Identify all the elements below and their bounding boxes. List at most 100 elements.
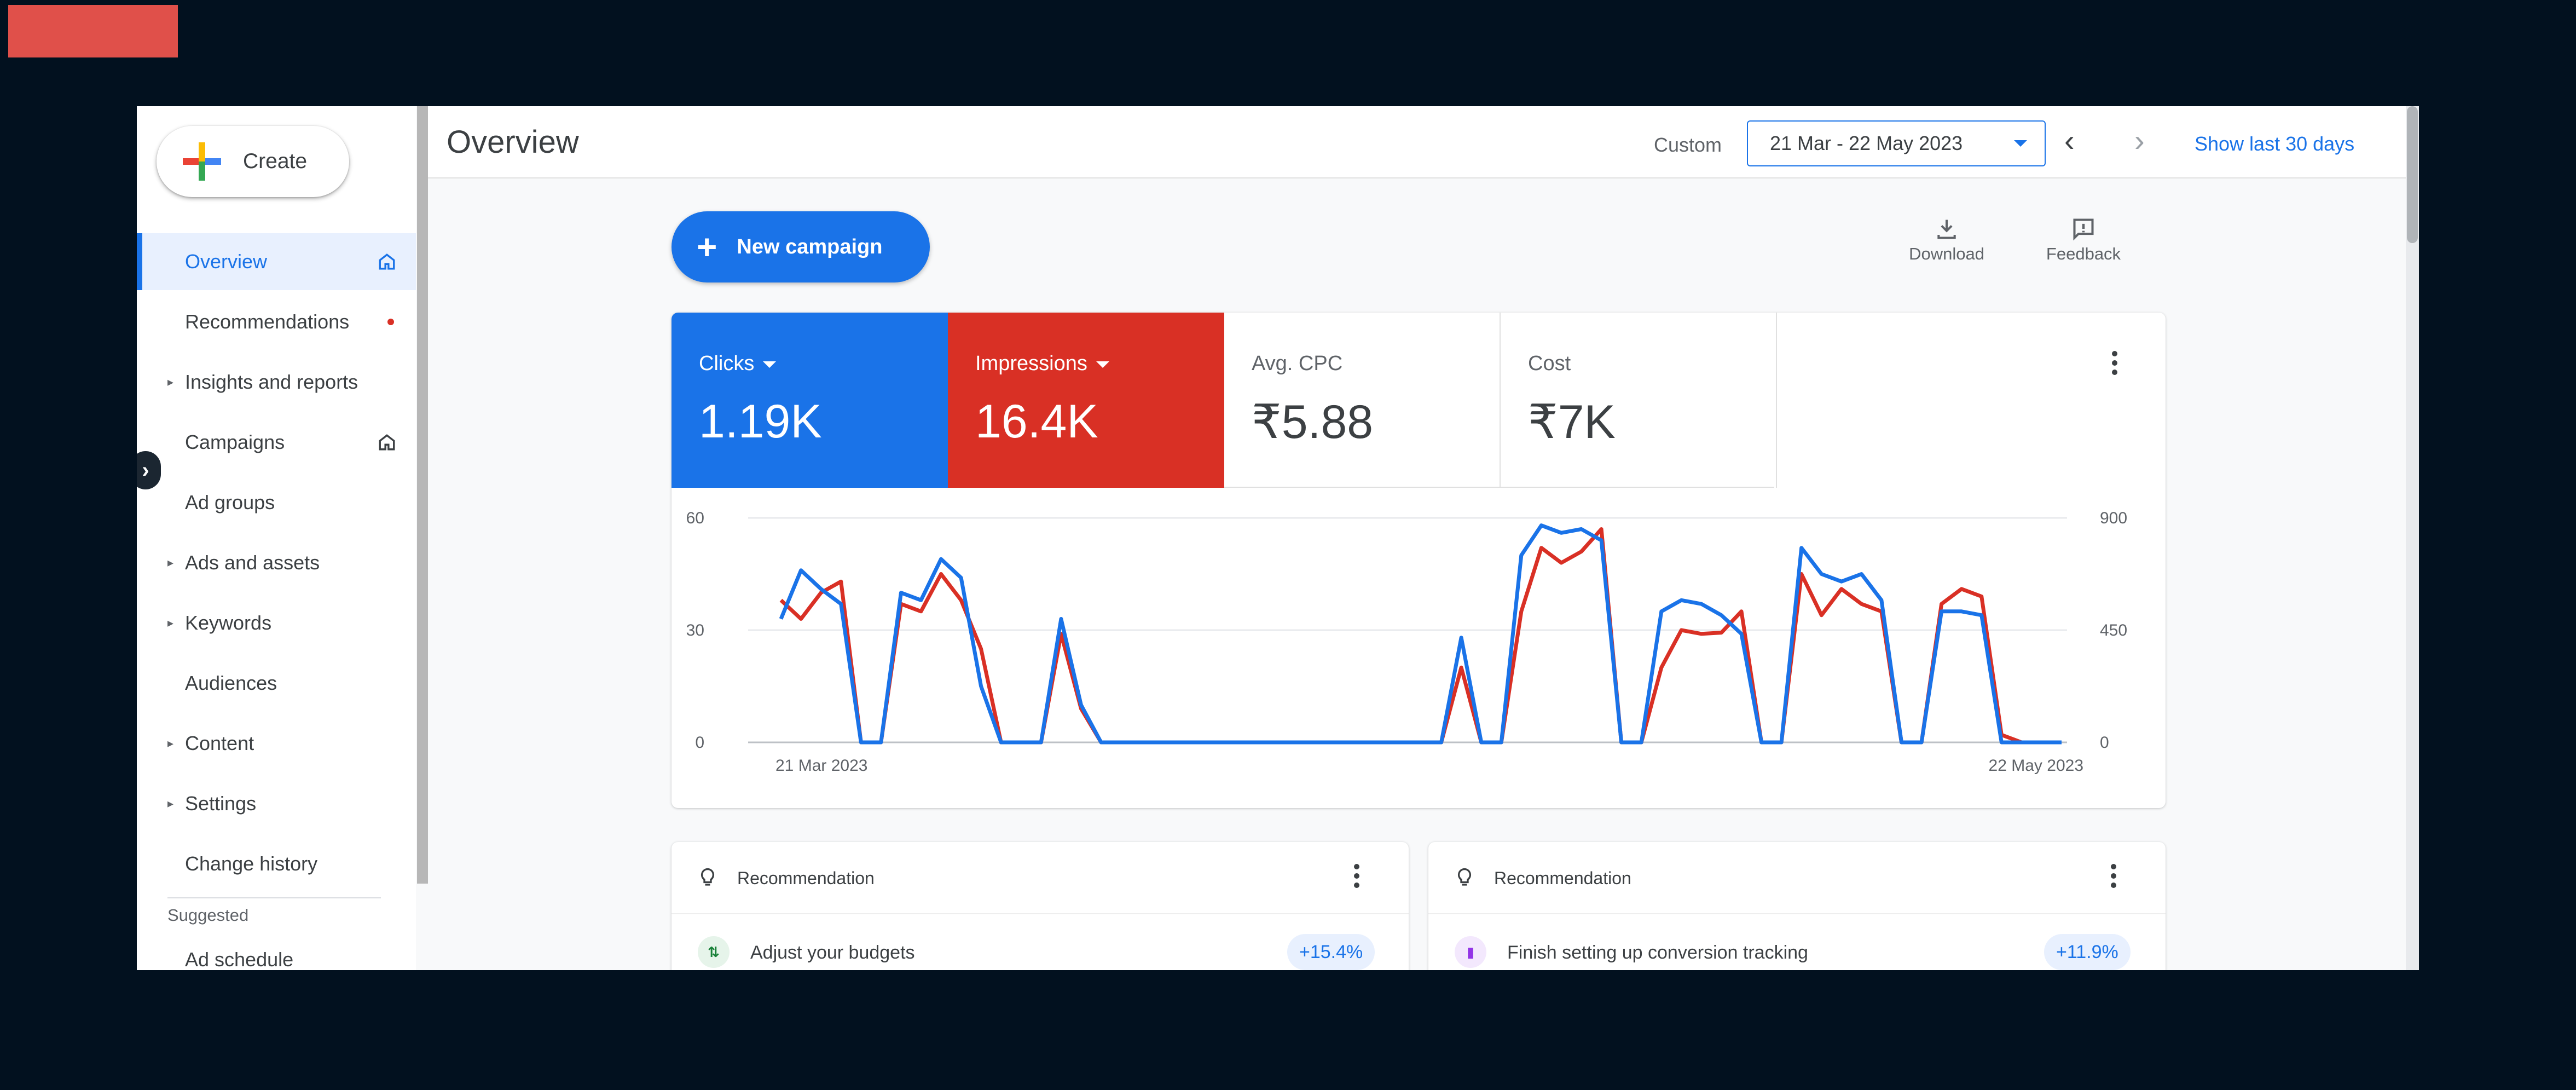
divider: [1224, 487, 1774, 488]
corner-accent: [8, 5, 178, 57]
expand-arrow-icon: ▸: [167, 797, 174, 810]
metric-tile-avg-cpc[interactable]: Avg. CPC ₹5.88: [1224, 313, 1501, 488]
sidebar-scrollbar[interactable]: [417, 106, 428, 884]
expand-arrow-icon: ▸: [167, 616, 174, 630]
sidebar-item-label: Recommendations: [185, 310, 350, 333]
divider: [167, 897, 381, 898]
recommendation-text: Adjust your budgets: [750, 942, 915, 963]
metric-name: Avg. CPC: [1252, 352, 1343, 375]
metric-name: Clicks: [699, 352, 755, 375]
dropdown-caret-icon[interactable]: [763, 361, 777, 368]
performance-chart: 60 900 30 450 0 0 21 Mar 2023 22 May 2023: [686, 509, 2127, 775]
y-right-tick-label: 0: [2100, 734, 2109, 752]
sidebar-item-label: Ads and assets: [185, 551, 320, 574]
dropdown-caret-icon[interactable]: [1096, 361, 1109, 368]
y-right-tick-label: 450: [2100, 621, 2127, 639]
date-range-type-label: Custom: [1654, 134, 1722, 156]
lightbulb-icon: [1457, 868, 1472, 886]
scrollbar-thumb[interactable]: [2407, 106, 2418, 243]
expand-arrow-icon: ▸: [167, 556, 174, 569]
metric-name: Cost: [1528, 352, 1571, 375]
home-icon: [379, 434, 395, 451]
collapse-sidebar-chevron-icon[interactable]: ›: [137, 451, 161, 489]
sidebar-item-label: Change history: [185, 852, 318, 875]
expand-arrow-icon: ▸: [167, 736, 174, 750]
create-button[interactable]: Create: [157, 126, 349, 197]
create-label: Create: [243, 149, 308, 173]
y-left-tick-label: 60: [686, 509, 704, 527]
more-options-icon[interactable]: [1353, 864, 1361, 892]
bar-chart-icon: ▮: [1455, 936, 1486, 968]
recommendation-card[interactable]: Recommendation ⇅ Adjust your budgets +15…: [672, 842, 1409, 970]
x-tick-label: 21 Mar 2023: [775, 757, 867, 775]
new-campaign-label: New campaign: [737, 235, 883, 258]
sidebar-item-ads-and-assets[interactable]: ▸ Ads and assets: [137, 534, 416, 591]
performance-card: Clicks 1.19K Impressions 16.4K Avg. CPC …: [672, 313, 2166, 808]
page-title: Overview: [447, 124, 579, 160]
date-range-picker[interactable]: 21 Mar - 22 May 2023: [1747, 120, 2046, 166]
show-last-30-days-link[interactable]: Show last 30 days: [2195, 132, 2354, 155]
sidebar-item-campaigns[interactable]: Campaigns: [137, 414, 416, 471]
page-scrollbar[interactable]: [2406, 106, 2419, 970]
more-options-icon[interactable]: [2110, 864, 2117, 892]
sidebar-item-label: Ad groups: [185, 491, 275, 514]
header: Overview Custom 21 Mar - 22 May 2023 ‹ ›…: [428, 106, 2419, 178]
sidebar-item-content[interactable]: ▸ Content: [137, 715, 416, 772]
sidebar-item-keywords[interactable]: ▸ Keywords: [137, 595, 416, 651]
sidebar-item-settings[interactable]: ▸ Settings: [137, 775, 416, 832]
notification-dot: [387, 319, 394, 325]
plus-icon: +: [697, 227, 717, 267]
sidebar-item-label: Campaigns: [185, 431, 285, 453]
download-button[interactable]: Download: [1895, 217, 1999, 264]
home-icon: [379, 253, 395, 270]
recommendation-header: Recommendation: [1428, 842, 2166, 914]
app-window: Create Overview Recommendations ▸ Insigh…: [137, 106, 2419, 970]
metric-name: Impressions: [975, 352, 1087, 375]
new-campaign-button[interactable]: + New campaign: [672, 211, 930, 282]
sidebar-item-ad-groups[interactable]: Ad groups: [137, 474, 416, 531]
sidebar-item-label: Insights and reports: [185, 371, 358, 393]
metric-value: 1.19K: [699, 395, 822, 448]
download-icon: [1937, 220, 1956, 239]
uplift-badge: +15.4%: [1287, 934, 1375, 970]
recommendation-text: Finish setting up conversion tracking: [1507, 942, 1808, 963]
main-content: + New campaign Download Feedback Clicks …: [428, 178, 2419, 970]
x-tick-label: 22 May 2023: [1989, 757, 2083, 775]
recommendation-header: Recommendation: [672, 842, 1409, 914]
metric-tile-cost[interactable]: Cost ₹7K: [1501, 313, 1777, 488]
uplift-badge: +11.9%: [2044, 934, 2131, 970]
metric-value: 16.4K: [975, 395, 1098, 448]
plus-icon: [183, 142, 221, 181]
y-left-tick-label: 0: [695, 734, 704, 752]
metric-tile-impressions[interactable]: Impressions 16.4K: [948, 313, 1224, 488]
series-line-clicks: [779, 523, 2062, 745]
sidebar-item-overview[interactable]: Overview: [137, 233, 416, 290]
sidebar-item-recommendations[interactable]: Recommendations: [137, 293, 416, 350]
lightbulb-icon: [701, 868, 715, 886]
dropdown-caret-icon: [2014, 140, 2027, 147]
sidebar-item-ad-schedule[interactable]: Ad schedule: [185, 948, 293, 970]
date-range-value: 21 Mar - 22 May 2023: [1770, 132, 1963, 154]
download-label: Download: [1909, 244, 1984, 263]
metric-tile-clicks[interactable]: Clicks 1.19K: [672, 313, 948, 488]
sidebar-item-label: Content: [185, 732, 254, 754]
sidebar-item-audiences[interactable]: Audiences: [137, 655, 416, 712]
sidebar-item-change-history[interactable]: Change history: [137, 835, 416, 892]
recommendation-title: Recommendation: [737, 868, 875, 888]
metric-value: ₹7K: [1528, 396, 1616, 448]
active-indicator: [137, 233, 142, 290]
y-right-tick-label: 900: [2100, 509, 2127, 527]
feedback-icon: [2073, 218, 2094, 241]
sidebar-item-label: Overview: [185, 250, 268, 273]
recommendation-card[interactable]: Recommendation ▮ Finish setting up conve…: [1428, 842, 2166, 970]
previous-period-chevron-icon[interactable]: ‹: [2064, 123, 2075, 158]
more-options-icon[interactable]: [2111, 351, 2118, 379]
next-period-chevron-icon[interactable]: ›: [2134, 123, 2145, 158]
budget-icon: ⇅: [698, 936, 730, 968]
sidebar-item-label: Settings: [185, 792, 257, 815]
sidebar: Create Overview Recommendations ▸ Insigh…: [137, 106, 416, 970]
sidebar-item-insights-and-reports[interactable]: ▸ Insights and reports: [137, 354, 416, 411]
sidebar-item-label: Audiences: [185, 672, 277, 694]
expand-arrow-icon: ▸: [167, 375, 174, 389]
feedback-button[interactable]: Feedback: [2031, 217, 2135, 264]
